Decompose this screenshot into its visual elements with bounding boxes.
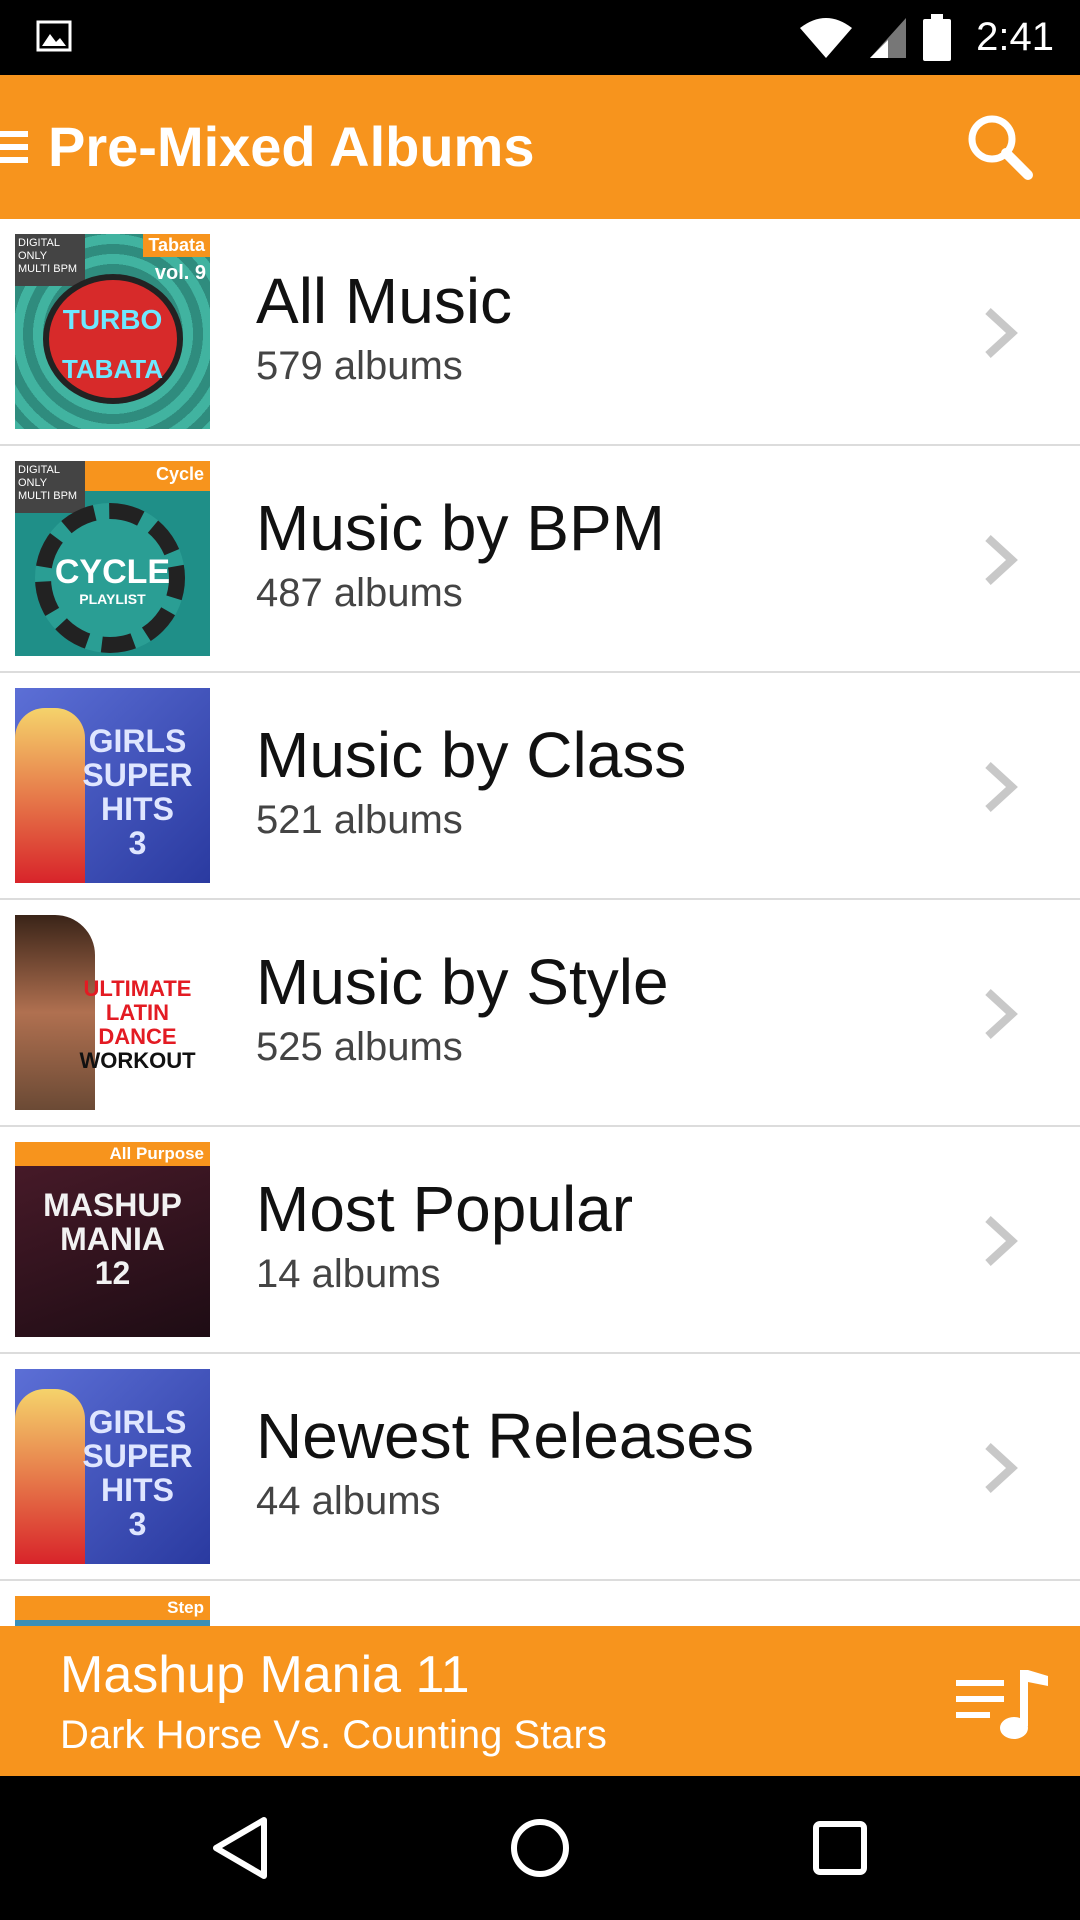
album-art: Step xyxy=(15,1596,210,1626)
list-item-all-music[interactable]: DIGITAL ONLY MULTI BPM Tabata TURBO TABA… xyxy=(0,219,1080,446)
search-icon[interactable] xyxy=(964,113,1034,183)
now-playing-title: Mashup Mania 11 xyxy=(60,1646,470,1704)
list-item-count: 579 albums xyxy=(256,344,463,388)
album-volume: vol. 9 xyxy=(154,262,206,284)
status-time: 2:41 xyxy=(976,15,1054,59)
list-item-title: Music by BPM xyxy=(256,492,665,564)
list-item-title: Newest Releases xyxy=(256,1400,754,1472)
album-title-line: TABATA xyxy=(61,354,164,384)
album-title-line: HITS xyxy=(101,1472,174,1508)
list-item-most-popular[interactable]: All Purpose MASHUP MANIA 12 Most Popular… xyxy=(0,1127,1080,1354)
album-tag: Step xyxy=(167,1598,204,1617)
album-tag: All Purpose xyxy=(15,1142,210,1166)
list-item-title: All Music xyxy=(256,265,513,337)
album-title-line: CYCLE xyxy=(54,553,171,591)
list-item-music-by-style[interactable]: ULTIMATE LATIN DANCE WORKOUT Music by St… xyxy=(0,900,1080,1127)
album-title-line: 3 xyxy=(128,1506,147,1542)
chevron-right-icon xyxy=(985,989,1018,1039)
list-item-count: 521 albums xyxy=(256,798,463,842)
chevron-right-icon xyxy=(985,1443,1018,1493)
list-item-title: Most Popular xyxy=(256,1173,634,1245)
album-label: DIGITAL ONLY MULTI BPM xyxy=(15,461,85,513)
album-title-line: MASHUP xyxy=(43,1187,182,1223)
playlist-music-icon[interactable] xyxy=(954,1666,1050,1742)
list-item-count: 487 albums xyxy=(256,571,463,615)
album-title-line: WORKOUT xyxy=(79,1048,196,1073)
chevron-right-icon xyxy=(985,308,1018,358)
list-item-music-by-bpm[interactable]: DIGITAL ONLY MULTI BPM Cycle CYCLE PLAYL… xyxy=(0,446,1080,673)
list-item-title: Music by Class xyxy=(256,719,687,791)
list-item-title: Music by Style xyxy=(256,946,669,1018)
album-title-line: MANIA xyxy=(60,1221,165,1257)
album-title-line: SUPER xyxy=(82,1438,193,1474)
list-item-count: 44 albums xyxy=(256,1479,441,1523)
status-bar: 2:41 xyxy=(0,0,1080,75)
cell-signal-icon xyxy=(870,17,907,58)
status-icons: 2:41 xyxy=(798,0,1054,75)
album-title-line: TURBO xyxy=(62,304,163,335)
now-playing-track: Dark Horse Vs. Counting Stars xyxy=(60,1713,607,1757)
album-art: GIRLS SUPER HITS 3 xyxy=(15,1369,210,1564)
menu-icon[interactable] xyxy=(0,127,30,167)
list-item-partial[interactable]: Step xyxy=(0,1581,1080,1626)
page-title: Pre-Mixed Albums xyxy=(48,115,535,178)
recents-icon[interactable] xyxy=(804,1812,876,1884)
album-tag: Tabata xyxy=(143,234,210,257)
list-item-count: 525 albums xyxy=(256,1025,463,1069)
album-title-line: LATIN xyxy=(105,1000,170,1025)
wifi-icon xyxy=(800,17,853,58)
system-nav-bar xyxy=(0,1776,1080,1920)
album-art: DIGITAL ONLY MULTI BPM Cycle CYCLE PLAYL… xyxy=(15,461,210,656)
album-title-line: GIRLS xyxy=(88,1404,187,1440)
album-art: GIRLS SUPER HITS 3 xyxy=(15,688,210,883)
album-art: DIGITAL ONLY MULTI BPM Tabata TURBO TABA… xyxy=(15,234,210,429)
chevron-right-icon xyxy=(985,535,1018,585)
album-title-line: PLAYLIST xyxy=(79,591,146,607)
album-tag: Cycle xyxy=(85,461,210,491)
app-bar: Pre-Mixed Albums xyxy=(0,75,1080,219)
album-title-line: SUPER xyxy=(82,757,193,793)
album-label: DIGITAL ONLY MULTI BPM xyxy=(15,234,85,286)
battery-icon xyxy=(923,13,952,61)
album-title-line: ULTIMATE xyxy=(83,976,192,1001)
home-icon[interactable] xyxy=(504,1812,576,1884)
album-title-line: HITS xyxy=(101,791,174,827)
now-playing-bar[interactable]: Mashup Mania 11 Dark Horse Vs. Counting … xyxy=(0,1626,1080,1776)
album-title-line: 3 xyxy=(128,825,147,861)
album-art: ULTIMATE LATIN DANCE WORKOUT xyxy=(15,915,210,1110)
album-title-line: DANCE xyxy=(98,1024,177,1049)
list-item-count: 14 albums xyxy=(256,1252,441,1296)
image-notification-icon xyxy=(36,20,72,52)
chevron-right-icon xyxy=(985,1216,1018,1266)
back-icon[interactable] xyxy=(204,1812,276,1884)
album-art: All Purpose MASHUP MANIA 12 xyxy=(15,1142,210,1337)
chevron-right-icon xyxy=(985,762,1018,812)
album-title-line: 12 xyxy=(94,1255,131,1291)
list-item-music-by-class[interactable]: GIRLS SUPER HITS 3 Music by Class 521 al… xyxy=(0,673,1080,900)
list-item-newest-releases[interactable]: GIRLS SUPER HITS 3 Newest Releases 44 al… xyxy=(0,1354,1080,1581)
album-title-line: GIRLS xyxy=(88,723,187,759)
album-category-list: DIGITAL ONLY MULTI BPM Tabata TURBO TABA… xyxy=(0,219,1080,1626)
